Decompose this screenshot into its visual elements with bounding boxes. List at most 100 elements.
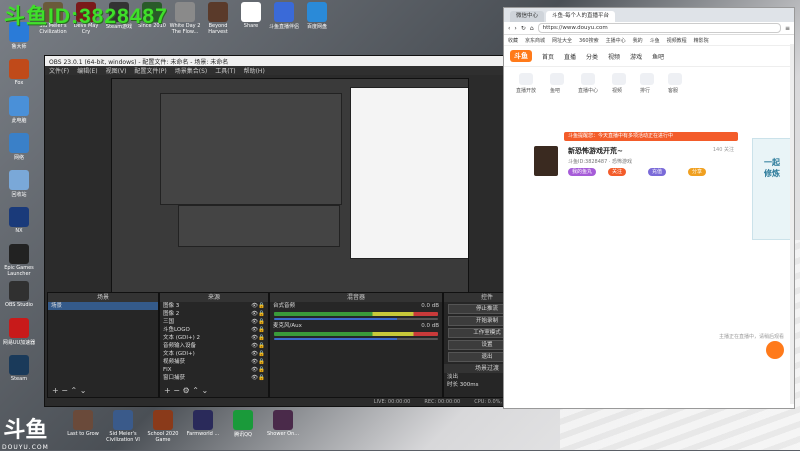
icon-label: White Day 2 The Flow...: [169, 23, 201, 35]
obs-titlebar[interactable]: OBS 23.0.1 (64-bit, windows) - 配置文件: 未命名…: [45, 56, 533, 66]
desktop-icon-left-1[interactable]: Fox: [2, 59, 36, 86]
icon-label: Last to Grow: [67, 431, 99, 437]
source-item[interactable]: 文本 (GDI+) 👁🔒: [160, 350, 268, 358]
room-pill-1[interactable]: 关注: [608, 168, 627, 176]
source-item[interactable]: FIX 👁🔒: [160, 366, 268, 374]
forward-icon[interactable]: ›: [514, 25, 516, 32]
side-ad[interactable]: 一起 修炼: [752, 138, 792, 240]
menu-item-3[interactable]: 配置文件(P): [134, 66, 166, 75]
share-icon: [241, 2, 261, 22]
menu-icon[interactable]: ≡: [785, 25, 790, 32]
bookmark-4[interactable]: 主播中心: [606, 37, 626, 44]
douyu-logo[interactable]: 斗鱼: [510, 50, 532, 62]
url-input[interactable]: https://www.douyu.com: [537, 23, 781, 33]
obs-window[interactable]: OBS 23.0.1 (64-bit, windows) - 配置文件: 未命名…: [44, 55, 534, 407]
category-5[interactable]: 客服: [668, 73, 683, 94]
source-controls[interactable]: + − ⚙ ⌃ ⌄: [164, 386, 208, 395]
visibility-lock-icon: 👁🔒: [251, 311, 265, 317]
room-card[interactable]: 新恐怖游戏开荒~ 斗鱼ID:3828487 · 恐怖游戏 140 关注 我的鱼丸…: [534, 142, 744, 178]
icon-label: Share: [243, 23, 259, 29]
rec-timer: REC: 00:00:00: [424, 399, 461, 405]
site-nav-1[interactable]: 直播: [564, 54, 576, 61]
bookmark-5[interactable]: 我的: [633, 37, 643, 44]
desktop-icon-left-7[interactable]: OBS Studio: [2, 281, 36, 308]
menu-item-4[interactable]: 场景集合(S): [175, 66, 208, 75]
desktop-icon-bottom-0[interactable]: Last to Grow: [66, 410, 100, 437]
bookmark-7[interactable]: 视频教程: [667, 37, 687, 44]
desktop-icon-bottom-3[interactable]: Farmworld ...: [186, 410, 220, 437]
menu-item-1[interactable]: 编辑(E): [77, 66, 97, 75]
menu-item-6[interactable]: 帮助(H): [244, 66, 265, 75]
bookmark-0[interactable]: 收藏: [508, 37, 518, 44]
desktop-icon-top-5[interactable]: Beyond Harvest: [201, 2, 235, 35]
obs-preview[interactable]: [111, 78, 469, 298]
desktop-icon-top-4[interactable]: White Day 2 The Flow...: [168, 2, 202, 35]
room-pill-2[interactable]: 充值: [648, 168, 667, 176]
source-item[interactable]: 斗鱼LOGO 👁🔒: [160, 326, 268, 334]
source-item[interactable]: 三国 👁🔒: [160, 318, 268, 326]
desktop-icon-left-3[interactable]: 网络: [2, 133, 36, 161]
site-nav-3[interactable]: 视频: [608, 54, 620, 61]
source-item[interactable]: 音频输入设备 👁🔒: [160, 342, 268, 350]
scene-item[interactable]: 场景: [48, 302, 158, 310]
room-title[interactable]: 新恐怖游戏开荒~: [568, 146, 623, 156]
volume-slider[interactable]: [274, 318, 438, 320]
desktop-icon-bottom-5[interactable]: Shower On...: [266, 410, 300, 437]
room-pill-0[interactable]: 我的鱼丸: [568, 168, 597, 176]
network-icon: [9, 133, 29, 153]
category-4[interactable]: 排行: [640, 73, 655, 94]
home-icon[interactable]: ⌂: [530, 25, 534, 32]
desktop-icon-left-9[interactable]: Steam: [2, 355, 36, 382]
menu-item-2[interactable]: 视图(V): [106, 66, 127, 75]
bookmark-1[interactable]: 京东商城: [525, 37, 545, 44]
bookmark-6[interactable]: 斗鱼: [650, 37, 660, 44]
menu-item-5[interactable]: 工具(T): [215, 66, 235, 75]
desktop-icon-bottom-4[interactable]: 腾讯QQ: [226, 410, 260, 438]
desktop-icon-top-8[interactable]: 百度网盘: [300, 2, 334, 30]
bookmark-8[interactable]: 精影院: [694, 37, 709, 44]
browser-tab-0[interactable]: 微信中心: [510, 11, 545, 22]
category-2[interactable]: 直播中心: [578, 73, 598, 94]
scrollbar[interactable]: [790, 44, 794, 404]
desktop-icon-bottom-2[interactable]: School 2020 Game: [146, 410, 180, 443]
icon-label: Fox: [14, 80, 24, 86]
browser-tab-1[interactable]: 斗鱼-每个人的直播平台: [546, 11, 616, 22]
followers-count: 140 关注: [712, 147, 734, 153]
site-nav-2[interactable]: 分类: [586, 54, 598, 61]
category-0[interactable]: 直播开放: [516, 73, 536, 94]
browser-window[interactable]: 微信中心 斗鱼-每个人的直播平台 ‹ › ↻ ⌂ https://www.douy…: [503, 7, 795, 409]
source-item[interactable]: 视频捕获 👁🔒: [160, 358, 268, 366]
source-item[interactable]: 图像 3 👁🔒: [160, 302, 268, 310]
desktop-icon-left-4[interactable]: 回收站: [2, 170, 36, 198]
desktop-icon-left-6[interactable]: Epic Games Launcher: [2, 244, 36, 277]
desktop-icon-left-8[interactable]: 网易UU加速器: [2, 318, 36, 346]
scene-controls[interactable]: + − ⌃ ⌄: [52, 386, 86, 395]
category-3[interactable]: 视频: [612, 73, 627, 94]
site-nav-5[interactable]: 鱼吧: [652, 54, 664, 61]
source-item[interactable]: 文本 (GDI+) 2 👁🔒: [160, 334, 268, 342]
streamer-avatar[interactable]: [534, 146, 558, 176]
category-1[interactable]: 鱼吧: [550, 73, 565, 94]
sources-dock: 来源 图像 3 👁🔒 图像 2 👁🔒 三国 👁🔒 斗鱼LOGO 👁🔒 文本 (GDI+) 2 👁🔒…: [159, 292, 269, 398]
source-item[interactable]: 图像 2 👁🔒: [160, 310, 268, 318]
site-nav-4[interactable]: 游戏: [630, 54, 642, 61]
desktop-icon-left-2[interactable]: 此电脑: [2, 96, 36, 124]
menu-item-0[interactable]: 文件(F): [49, 66, 69, 75]
icon-label: Farmworld ...: [186, 431, 220, 437]
room-pill-3[interactable]: 分享: [688, 168, 707, 176]
desktop-icon-top-7[interactable]: 斗鱼直播伴侣: [267, 2, 301, 30]
chat-bubble-icon[interactable]: [766, 341, 784, 359]
refresh-icon[interactable]: ↻: [521, 25, 526, 32]
desktop-icon-top-6[interactable]: Share: [234, 2, 268, 29]
obs-icon: [9, 281, 29, 301]
site-nav-0[interactable]: 首页: [542, 54, 554, 61]
volume-slider[interactable]: [274, 338, 438, 340]
bookmark-2[interactable]: 网址大全: [552, 37, 572, 44]
desktop-icon-bottom-1[interactable]: Sid Meier's Civilization VI: [106, 410, 140, 443]
source-item[interactable]: 窗口捕获 👁🔒: [160, 374, 268, 382]
visibility-lock-icon: 👁🔒: [251, 303, 265, 309]
bookmark-3[interactable]: 360搜索: [579, 37, 599, 44]
back-icon[interactable]: ‹: [508, 25, 510, 32]
desktop-icon-left-5[interactable]: NX: [2, 207, 36, 234]
notice-banner[interactable]: 斗鱼提醒您：今天直播中有多项活动正在进行中: [564, 132, 738, 141]
